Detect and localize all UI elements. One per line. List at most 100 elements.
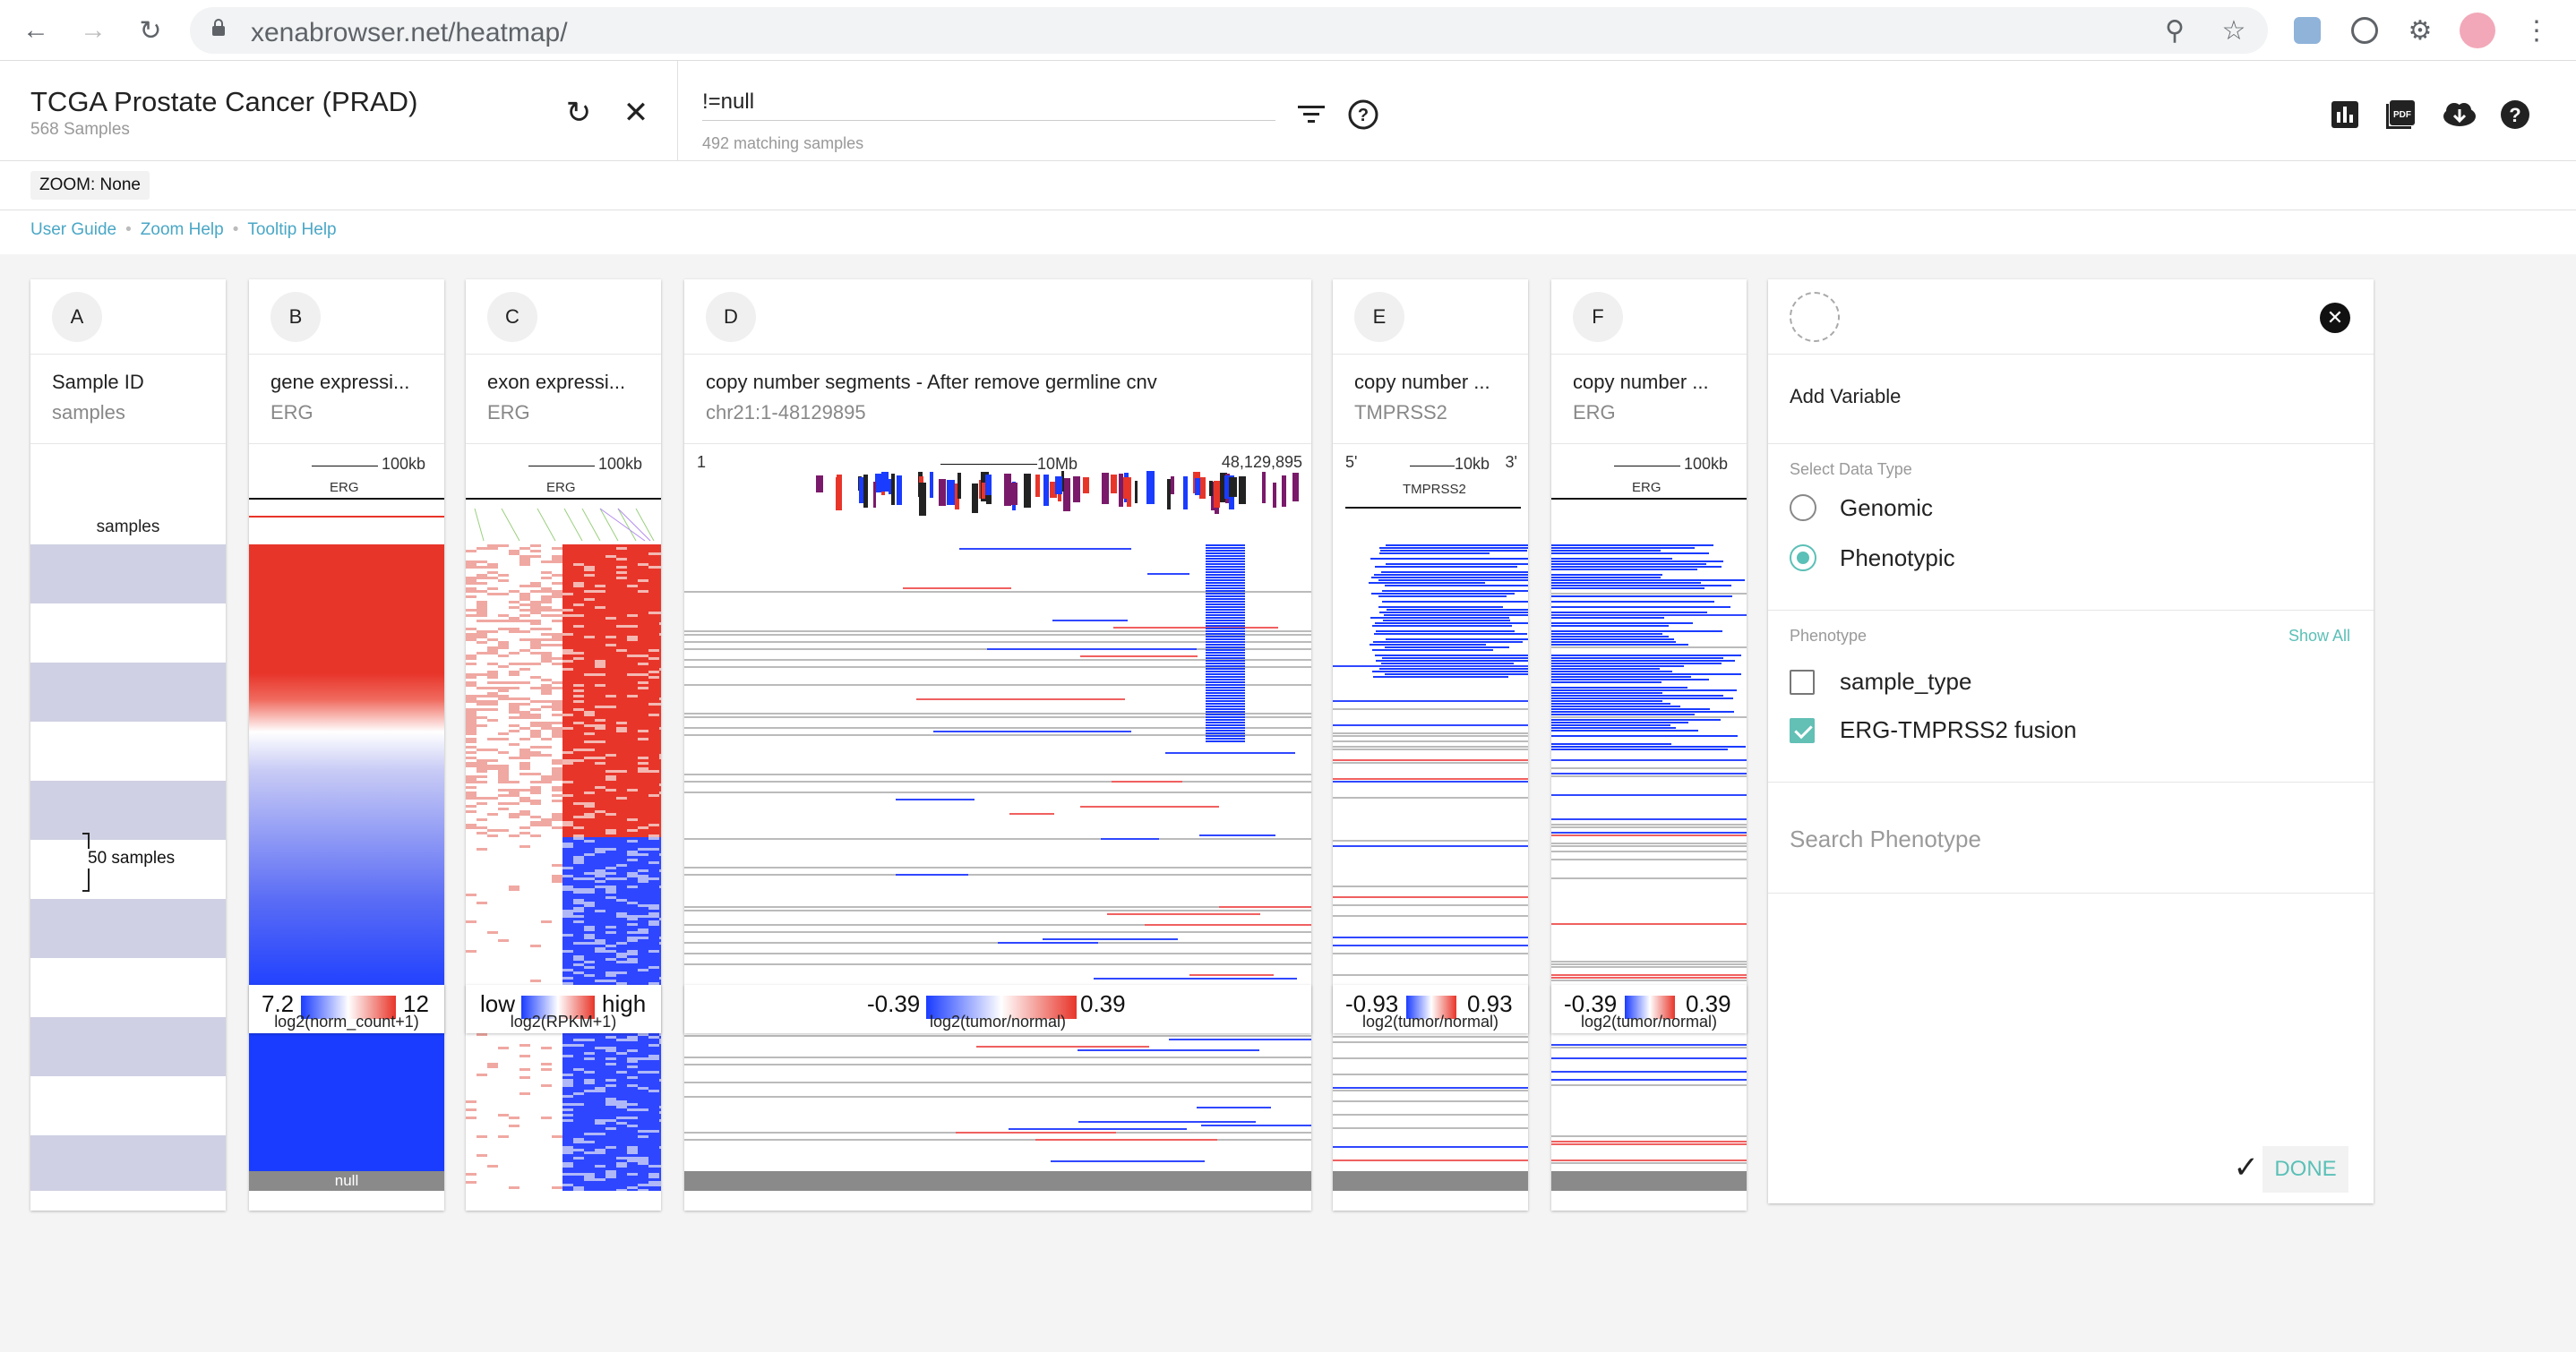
help-icon[interactable]: ? <box>2497 97 2533 133</box>
copy-number-heatmap[interactable] <box>1551 544 1747 1191</box>
close-icon[interactable]: ✕ <box>618 95 654 131</box>
phenotypic-radio[interactable] <box>1790 544 1816 571</box>
heatmap-cell <box>1333 1100 1528 1102</box>
menu-icon[interactable]: ⋮ <box>2519 13 2555 48</box>
back-icon[interactable]: ← <box>20 14 52 47</box>
heatmap-cell <box>477 770 487 773</box>
heatmap-cell <box>1112 781 1182 783</box>
heatmap-cell <box>477 902 487 904</box>
heatmap-cell <box>1551 1162 1747 1164</box>
filter-icon[interactable] <box>1293 97 1329 133</box>
puzzle-icon[interactable]: ⚙ <box>2402 13 2438 48</box>
column-letter[interactable]: D <box>706 292 756 342</box>
search-phenotype-input[interactable]: Search Phenotype <box>1790 826 1981 853</box>
cohort-title[interactable]: TCGA Prostate Cancer (PRAD) <box>30 86 417 118</box>
heatmap-cell <box>519 767 530 770</box>
heatmap-cell <box>509 743 519 746</box>
tooltip-help-link[interactable]: Tooltip Help <box>247 220 336 239</box>
sample-type-checkbox[interactable] <box>1790 670 1815 695</box>
show-all-link[interactable]: Show All <box>2288 627 2350 646</box>
heatmap-cell <box>552 722 562 724</box>
copy-number-heatmap[interactable] <box>1333 544 1528 1191</box>
heatmap-cell <box>1206 695 1245 697</box>
column-letter[interactable]: F <box>1573 292 1623 342</box>
heatmap-cell <box>466 1117 477 1119</box>
heatmap-cell <box>1206 655 1245 656</box>
heatmap-cell <box>1206 544 1245 546</box>
heatmap-cell <box>519 603 530 606</box>
extension-icon[interactable] <box>2347 13 2383 48</box>
heatmap-cell <box>1206 590 1245 592</box>
heatmap-cell <box>477 590 487 593</box>
heatmap-cell <box>1371 649 1494 651</box>
heatmap-cell <box>684 792 1311 793</box>
browser-toolbar: ← → ↻ xenabrowser.net/heatmap/ ⚲ ☆ ⚙ ⋮ <box>0 0 2576 61</box>
chart-icon[interactable] <box>2327 97 2363 133</box>
sample-count: 568 Samples <box>30 120 130 139</box>
heatmap-cell <box>487 931 498 934</box>
gene-expression-heatmap[interactable]: null <box>249 544 444 1191</box>
heatmap-cell <box>509 652 519 655</box>
heatmap-cell <box>1333 1146 1528 1148</box>
column-letter[interactable]: C <box>487 292 537 342</box>
heatmap-cell <box>1050 1160 1205 1162</box>
heatmap-cell <box>530 746 541 749</box>
heatmap-cell <box>1551 566 1722 568</box>
legend-label: log2(tumor/normal) <box>929 1013 1067 1031</box>
reload-icon[interactable]: ↻ <box>134 14 167 47</box>
exon-expression-heatmap[interactable] <box>466 544 661 1191</box>
pdf-icon[interactable]: PDF <box>2383 97 2418 133</box>
zoom-help-link[interactable]: Zoom Help <box>141 220 224 239</box>
heatmap-cell <box>1551 735 1739 737</box>
heatmap-cell <box>498 939 509 942</box>
heatmap-cell <box>1551 859 1747 860</box>
download-icon[interactable] <box>2440 97 2479 133</box>
phenotypic-label[interactable]: Phenotypic <box>1840 544 1955 572</box>
column-letter[interactable]: A <box>52 292 102 342</box>
heatmap-cell <box>1551 1047 1747 1048</box>
sample-id-heatmap[interactable]: 50 samples <box>30 544 226 1191</box>
heatmap-cell <box>466 732 477 735</box>
extension-icon[interactable] <box>2289 13 2325 48</box>
heatmap-cell <box>1333 1041 1528 1043</box>
zoom-icon[interactable]: ⚲ <box>2157 13 2193 48</box>
genomic-label[interactable]: Genomic <box>1840 494 1933 522</box>
heatmap-cell <box>1385 544 1528 546</box>
avatar[interactable] <box>2460 13 2495 48</box>
user-guide-link[interactable]: User Guide <box>30 220 116 239</box>
forward-icon[interactable]: → <box>77 14 109 47</box>
heatmap-cell <box>477 775 487 778</box>
done-button[interactable]: DONE <box>2263 1146 2348 1193</box>
heatmap-cell <box>530 824 541 826</box>
refresh-icon[interactable]: ↻ <box>561 95 597 131</box>
heatmap-cell <box>1023 474 1031 509</box>
address-bar[interactable]: xenabrowser.net/heatmap/ ⚲ ☆ <box>190 7 2268 54</box>
heatmap-cell <box>1551 593 1747 595</box>
heatmap-cell <box>466 1181 477 1184</box>
heatmap-cell <box>466 700 477 703</box>
heatmap-cell <box>509 802 519 805</box>
divider <box>677 61 678 161</box>
heatmap-cell <box>509 1125 519 1127</box>
sample-filter-input[interactable]: !=null <box>702 90 1275 121</box>
heatmap-cell <box>684 906 1311 908</box>
column-letter[interactable]: B <box>270 292 321 342</box>
heatmap-cell <box>1206 692 1245 694</box>
star-icon[interactable]: ☆ <box>2216 13 2252 48</box>
heatmap-cell <box>498 738 509 740</box>
column-letter[interactable]: E <box>1354 292 1404 342</box>
help-icon[interactable]: ? <box>1345 97 1381 133</box>
genomic-radio[interactable] <box>1790 494 1816 521</box>
heatmap-cell <box>684 838 1311 840</box>
heatmap-cell <box>487 687 498 689</box>
sample-type-label[interactable]: sample_type <box>1840 668 1971 696</box>
erg-tmprss2-checkbox[interactable] <box>1790 718 1815 743</box>
heatmap-cell <box>477 1154 487 1157</box>
copy-number-heatmap[interactable] <box>684 544 1311 1191</box>
erg-tmprss2-label[interactable]: ERG-TMPRSS2 fusion <box>1840 716 2076 744</box>
heatmap-cell <box>1551 612 1707 613</box>
heatmap-cell <box>863 475 868 509</box>
heatmap-cell <box>466 920 477 923</box>
close-icon[interactable]: ✕ <box>2320 303 2350 333</box>
heatmap-cell <box>1213 481 1221 508</box>
